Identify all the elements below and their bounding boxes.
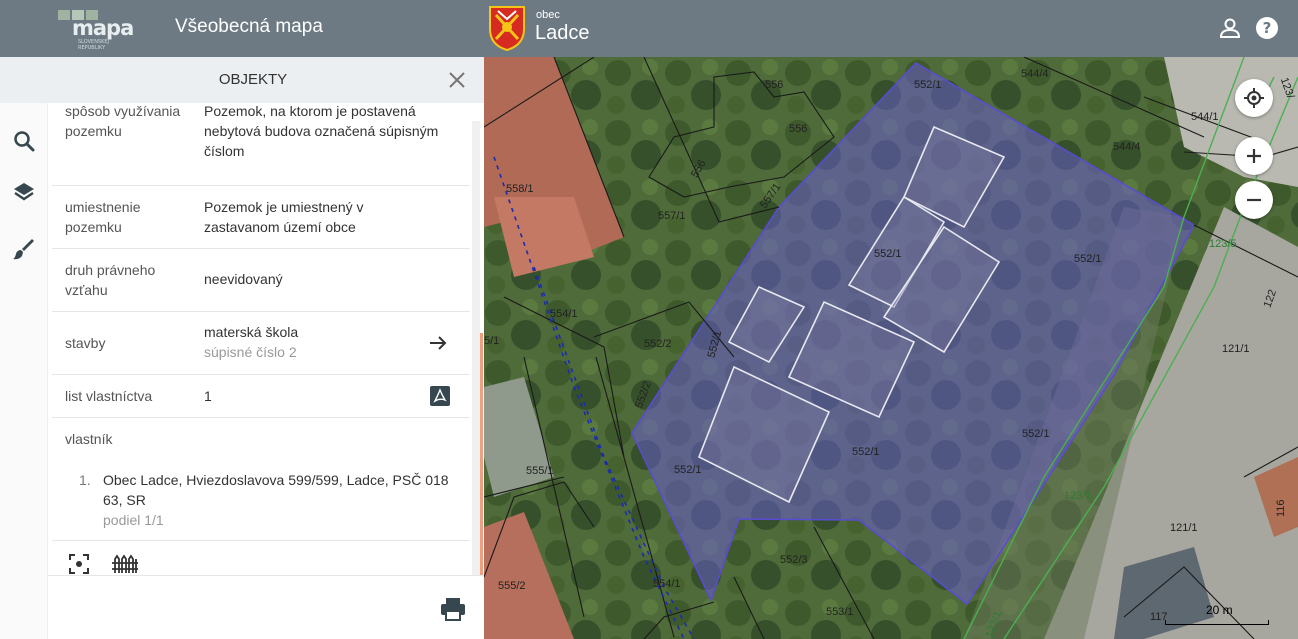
detail-row: list vlastníctva 1 xyxy=(52,375,470,418)
row-label: stavby xyxy=(65,335,106,351)
row-value: Pozemok je umiestnený v zastavanom území… xyxy=(204,199,364,235)
svg-text:557/1: 557/1 xyxy=(658,210,686,222)
svg-text:555/1: 555/1 xyxy=(526,465,554,477)
svg-text:552/1: 552/1 xyxy=(1074,253,1102,265)
arrow-right-icon[interactable] xyxy=(427,332,449,354)
svg-text:552/1: 552/1 xyxy=(852,446,880,458)
scroll-thumb[interactable] xyxy=(480,333,483,611)
row-value: 1 xyxy=(204,388,212,404)
row-label: spôsob využívania pozemku xyxy=(65,103,181,139)
row-value: Pozemok, na ktorom je postavená nebytová… xyxy=(204,103,439,159)
svg-text:5/1: 5/1 xyxy=(484,335,499,347)
svg-text:552/1: 552/1 xyxy=(874,248,902,260)
locate-button[interactable] xyxy=(1235,79,1273,117)
logo-text: mapa xyxy=(72,16,134,40)
detail-row: druh právneho vzťahu neevidovaný xyxy=(52,249,470,312)
focus-icon[interactable] xyxy=(68,553,90,575)
svg-text:544/1: 544/1 xyxy=(1191,111,1219,123)
row-label: umiestnenie pozemku xyxy=(65,199,141,235)
svg-text:552/2: 552/2 xyxy=(644,338,672,350)
search-icon[interactable] xyxy=(11,128,37,154)
row-value: neevidovaný xyxy=(204,271,283,287)
map-canvas[interactable]: 552/1 552/1 552/1 552/1 552/1 552/1 552/… xyxy=(484,57,1298,639)
svg-text:121/1: 121/1 xyxy=(1170,522,1198,534)
rail-top xyxy=(0,57,48,103)
svg-text:555/2: 555/2 xyxy=(498,580,526,592)
app-logo[interactable]: mapa SLOVENSKEJ REPUBLIKY xyxy=(56,8,134,51)
map-view[interactable]: 552/1 552/1 552/1 552/1 552/1 552/1 552/… xyxy=(484,57,1298,639)
svg-text:544/4: 544/4 xyxy=(1021,68,1049,80)
logo-subtext: SLOVENSKEJ REPUBLIKY xyxy=(78,39,110,51)
svg-text:552/1: 552/1 xyxy=(914,79,942,91)
svg-text:544/4: 544/4 xyxy=(1113,141,1141,153)
help-icon[interactable]: ? xyxy=(1254,15,1280,41)
pdf-icon[interactable] xyxy=(429,385,451,407)
scroll-track[interactable] xyxy=(472,121,480,575)
layers-icon[interactable] xyxy=(11,179,37,205)
svg-text:554/1: 554/1 xyxy=(550,308,578,320)
obec-name: Ladce xyxy=(535,22,590,44)
svg-text:558/1: 558/1 xyxy=(506,183,534,195)
zoom-in-icon xyxy=(1247,149,1261,163)
locate-icon xyxy=(1244,88,1264,108)
print-icon[interactable] xyxy=(440,597,466,621)
scale-label: 20 m xyxy=(1206,603,1233,617)
owner-share: podiel 1/1 xyxy=(103,512,164,528)
zoom-in-button[interactable] xyxy=(1235,137,1273,175)
panel-content: spôsob využívania pozemku Pozemok, na kt… xyxy=(48,103,470,575)
brush-icon[interactable] xyxy=(11,236,37,262)
panel-scrollbar[interactable] xyxy=(470,121,483,611)
close-icon[interactable] xyxy=(446,69,468,91)
svg-text:556: 556 xyxy=(789,123,807,135)
svg-text:552/1: 552/1 xyxy=(674,464,702,476)
zoom-out-button[interactable] xyxy=(1235,181,1273,219)
fence-icon[interactable] xyxy=(111,553,139,575)
stavby-row[interactable]: stavby materská škola súpisné číslo 2 xyxy=(52,312,470,375)
svg-text:123/5: 123/5 xyxy=(1209,238,1237,250)
svg-text:556: 556 xyxy=(765,79,783,91)
top-bar: mapa SLOVENSKEJ REPUBLIKY Všeobecná mapa… xyxy=(0,0,1298,57)
svg-text:?: ? xyxy=(1263,19,1272,37)
objects-panel: OBJEKTY spôsob využívania pozemku Pozemo… xyxy=(48,57,484,639)
panel-title: OBJEKTY xyxy=(218,71,288,88)
row-label: vlastník xyxy=(65,431,113,447)
svg-text:123/1: 123/1 xyxy=(1064,490,1092,502)
sidebar-rail xyxy=(0,57,48,639)
svg-text:116: 116 xyxy=(1275,499,1287,517)
panel-header: OBJEKTY xyxy=(48,57,484,103)
owner-name: Obec Ladce, Hviezdoslavova 599/599, Ladc… xyxy=(103,472,449,508)
svg-text:554/1: 554/1 xyxy=(653,578,681,590)
row-subvalue: súpisné číslo 2 xyxy=(204,344,297,360)
svg-text:552/3: 552/3 xyxy=(780,554,808,566)
detail-row: umiestnenie pozemku Pozemok je umiestnen… xyxy=(52,186,470,249)
row-label: druh právneho vzťahu xyxy=(65,262,156,298)
panel-footer xyxy=(48,575,484,639)
svg-text:553/1: 553/1 xyxy=(826,606,854,618)
zoom-out-icon xyxy=(1247,198,1261,202)
coat-of-arms-icon xyxy=(489,6,525,51)
svg-text:121/1: 121/1 xyxy=(1222,343,1250,355)
app-title: Všeobecná mapa xyxy=(175,16,323,37)
obec-label: obec xyxy=(536,9,560,21)
owner-row: vlastník 1. Obec Ladce, Hviezdoslavova 5… xyxy=(52,418,470,541)
detail-row: spôsob využívania pozemku Pozemok, na kt… xyxy=(52,103,470,186)
user-icon[interactable] xyxy=(1217,15,1243,41)
row-value: materská škola xyxy=(204,324,299,340)
owner-index: 1. xyxy=(79,472,91,488)
scale-bar xyxy=(1165,620,1269,625)
svg-text:552/1: 552/1 xyxy=(1022,428,1050,440)
row-label: list vlastníctva xyxy=(65,388,153,404)
